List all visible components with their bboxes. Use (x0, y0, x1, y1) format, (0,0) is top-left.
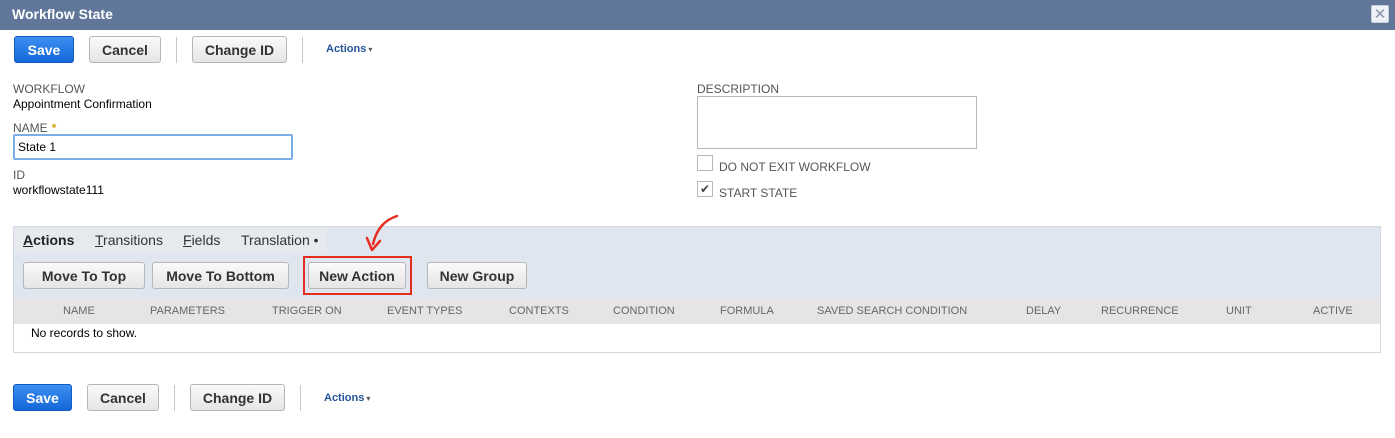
move-to-bottom-button[interactable]: Move To Bottom (152, 262, 289, 289)
column-header[interactable]: PARAMETERS (150, 305, 225, 317)
chevron-down-icon: ▾ (368, 45, 373, 54)
column-header[interactable]: DELAY (1026, 305, 1061, 317)
cancel-button-bottom[interactable]: Cancel (87, 384, 159, 411)
change-id-button-bottom[interactable]: Change ID (190, 384, 285, 411)
column-header[interactable]: SAVED SEARCH CONDITION (817, 305, 967, 317)
subtab-strip: Actions Transitions Fields Translation • (14, 227, 327, 253)
new-group-button[interactable]: New Group (427, 262, 527, 289)
table-header: NAME PARAMETERS TRIGGER ON EVENT TYPES C… (14, 298, 1380, 324)
annotation-arrow-icon (365, 214, 399, 252)
tab-transitions[interactable]: Transitions (95, 232, 163, 248)
toolbar-separator (174, 385, 175, 411)
description-textarea[interactable] (697, 96, 977, 149)
column-header[interactable]: CONDITION (613, 305, 675, 317)
change-id-button-top[interactable]: Change ID (192, 36, 287, 63)
column-header[interactable]: ACTIVE (1313, 305, 1353, 317)
actions-subtab-panel: Actions Transitions Fields Translation •… (13, 226, 1381, 353)
new-action-highlight-box (303, 256, 412, 295)
column-header[interactable]: TRIGGER ON (272, 305, 342, 317)
cancel-button-top[interactable]: Cancel (89, 36, 161, 63)
save-button-top[interactable]: Save (14, 36, 74, 63)
column-header[interactable]: FORMULA (720, 305, 774, 317)
toolbar-separator (300, 385, 301, 411)
toolbar-separator (176, 37, 177, 63)
id-value: workflowstate111 (13, 183, 104, 197)
start-state-checkbox[interactable]: ✔ (697, 181, 713, 197)
column-header[interactable]: UNIT (1226, 305, 1252, 317)
move-to-top-button[interactable]: Move To Top (23, 262, 145, 289)
tab-fields[interactable]: Fields (183, 232, 220, 248)
column-header[interactable]: CONTEXTS (509, 305, 569, 317)
workflow-value: Appointment Confirmation (13, 97, 152, 111)
save-button-bottom[interactable]: Save (13, 384, 72, 411)
name-label-text: NAME (13, 121, 48, 135)
description-label: DESCRIPTION (697, 82, 780, 96)
start-state-label: START STATE (719, 186, 798, 200)
chevron-down-icon: ▾ (366, 394, 371, 403)
column-header[interactable]: NAME (63, 305, 95, 317)
empty-table-message: No records to show. (31, 326, 138, 340)
workflow-label: WORKFLOW (13, 82, 85, 96)
actions-menu-label: Actions (326, 43, 367, 55)
required-marker: * (51, 121, 57, 135)
actions-menu-bottom[interactable]: Actions ▾ (324, 392, 370, 404)
name-input[interactable] (13, 134, 293, 160)
id-label: ID (13, 168, 25, 182)
name-label: NAME * (13, 121, 56, 135)
column-header[interactable]: RECURRENCE (1101, 305, 1179, 317)
actions-menu-top[interactable]: Actions ▾ (326, 43, 372, 55)
checkmark-icon: ✔ (699, 182, 711, 196)
actions-menu-label: Actions (324, 392, 365, 404)
toolbar-separator (302, 37, 303, 63)
do-not-exit-label: DO NOT EXIT WORKFLOW (719, 160, 871, 174)
window-titlebar: Workflow State ✕ (0, 0, 1395, 30)
tab-translation[interactable]: Translation • (241, 232, 319, 248)
column-header[interactable]: EVENT TYPES (387, 305, 462, 317)
close-icon[interactable]: ✕ (1371, 5, 1389, 23)
tab-actions[interactable]: Actions (23, 232, 74, 248)
do-not-exit-checkbox[interactable] (697, 155, 713, 171)
window-title: Workflow State (12, 6, 113, 22)
table-body: No records to show. (14, 324, 1380, 352)
